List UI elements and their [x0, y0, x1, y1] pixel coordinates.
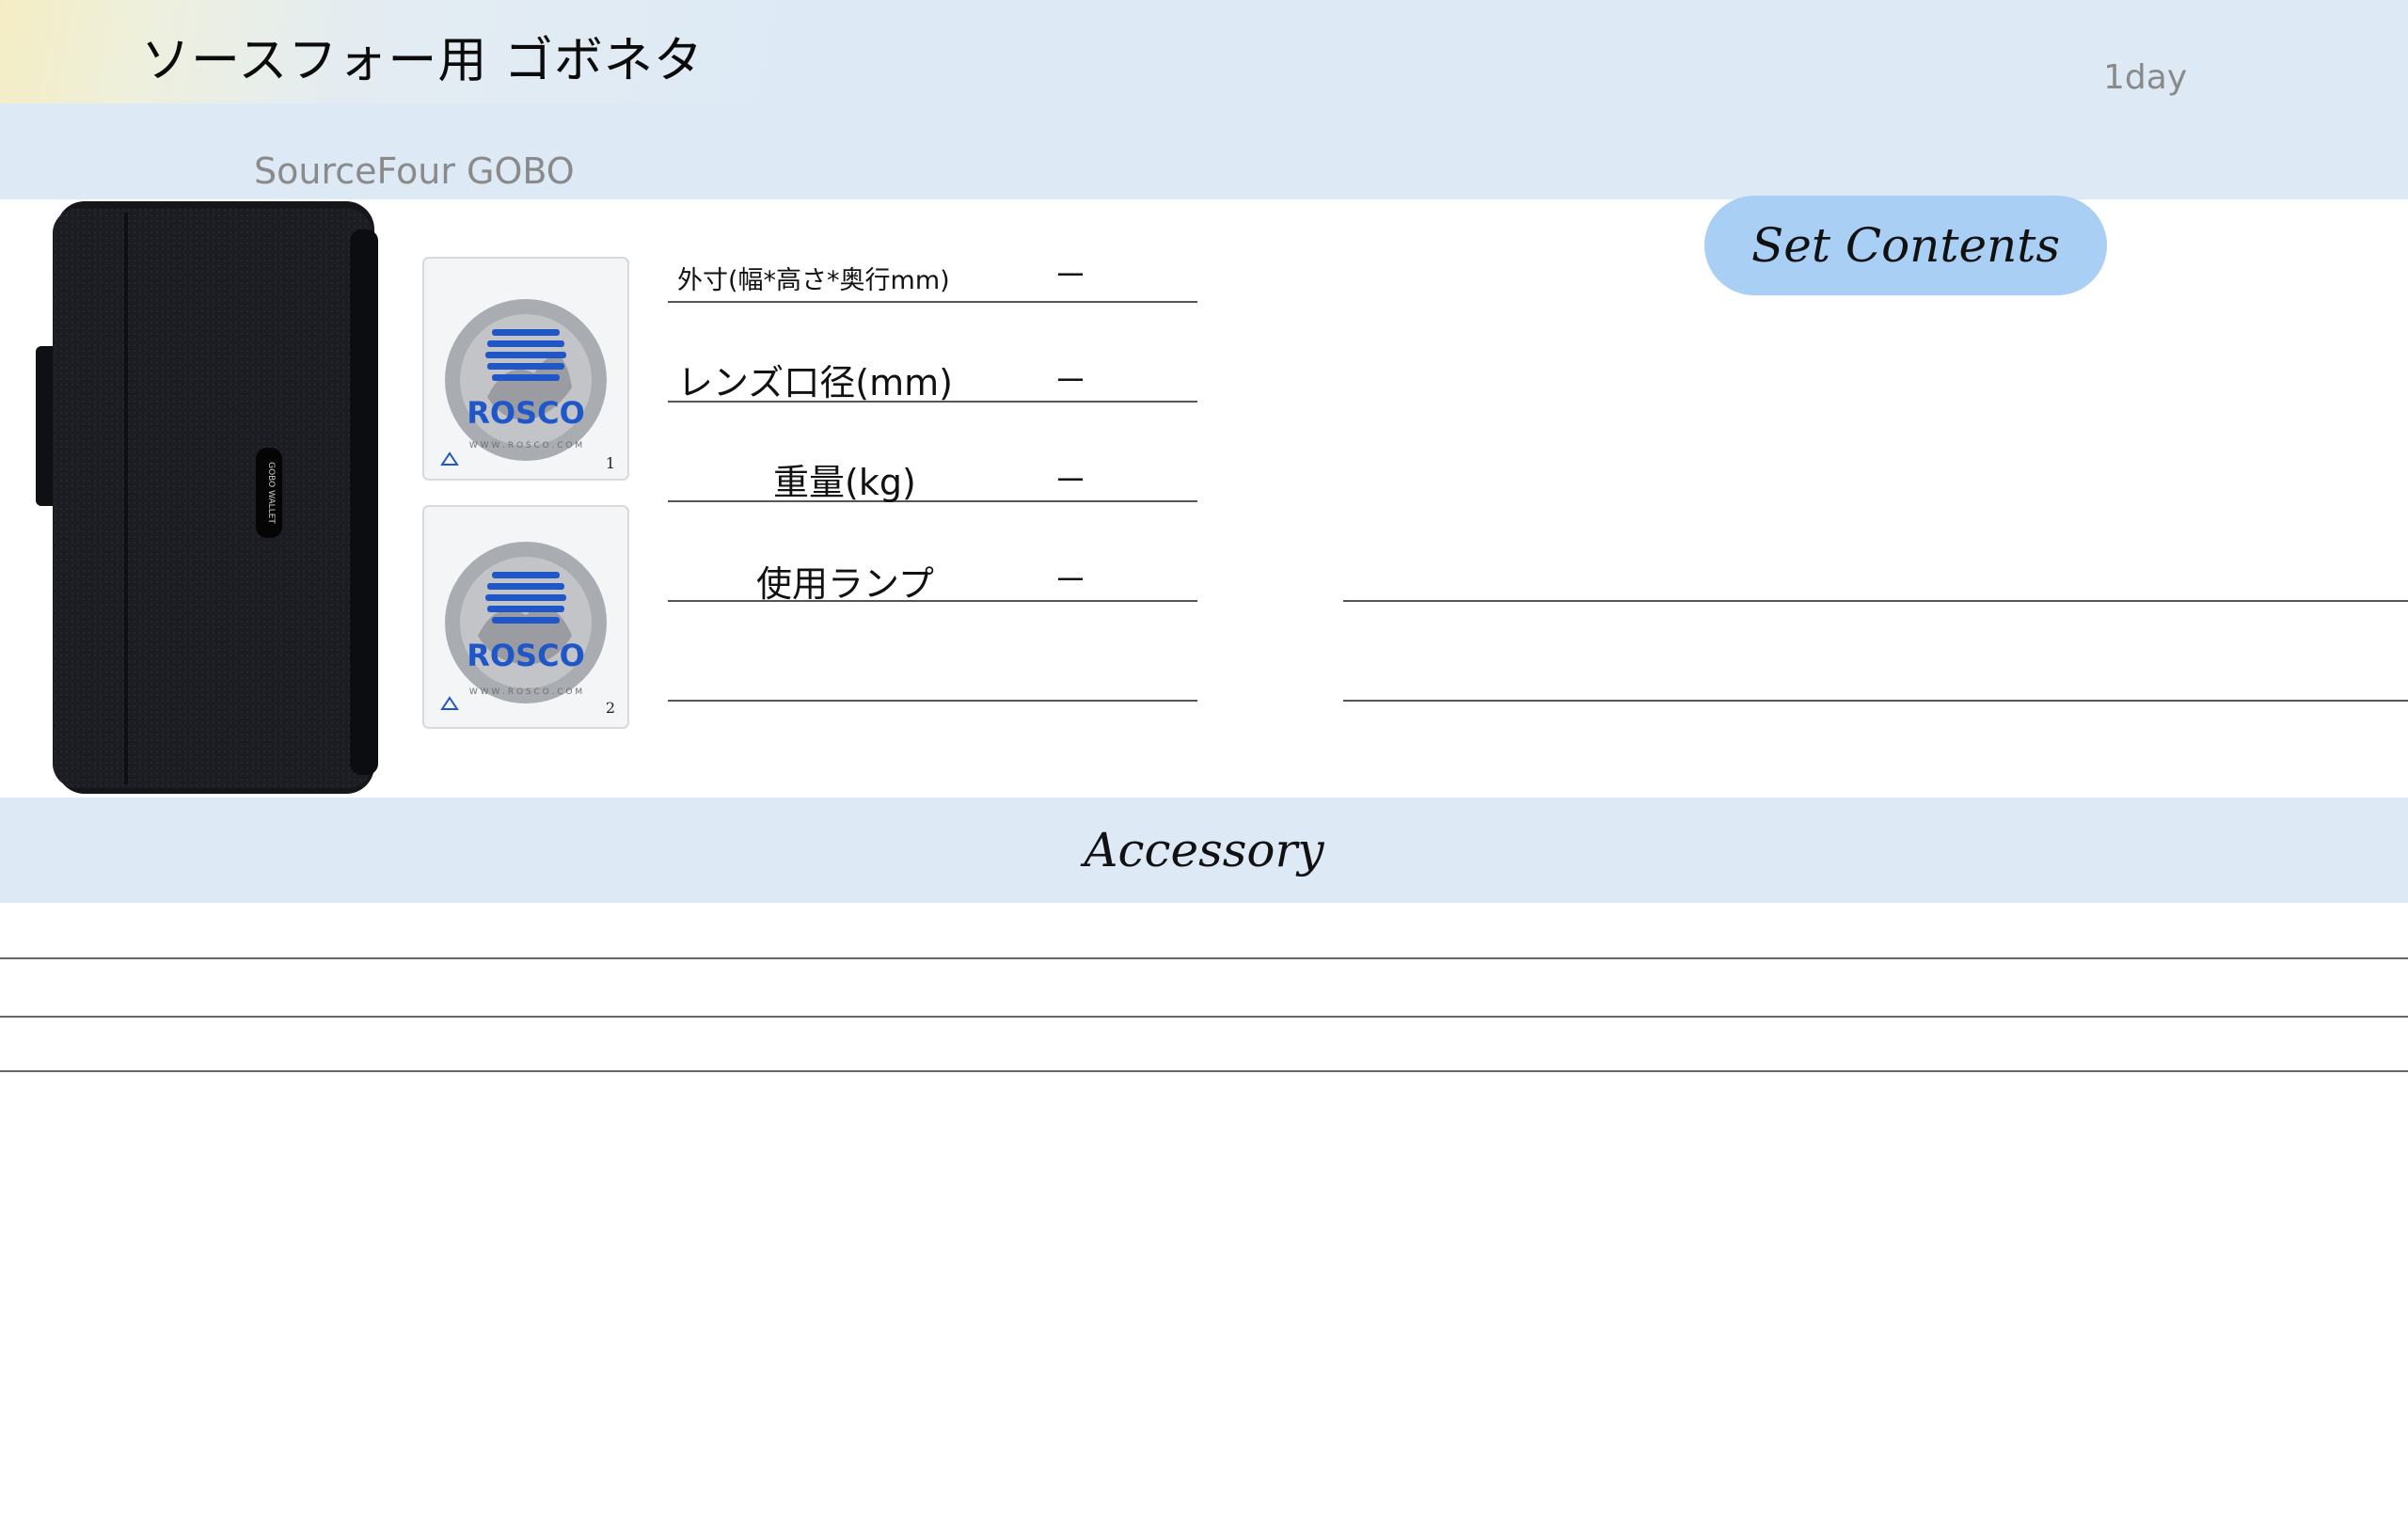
- wallet-brand-label: GOBO WALLET: [266, 462, 276, 524]
- spec-label-lens-diameter: レンズ口径(mm): [677, 362, 953, 403]
- spec-value-lens-diameter: －: [1054, 362, 1088, 401]
- spec-row-dimensions: 外寸(幅*高さ*奥行mm) －: [668, 246, 1197, 303]
- spec-sheet-page: ソースフォー用 ゴボネタ 1day SourceFour GOBO GOBO W…: [0, 0, 2408, 1517]
- accessory-line-1: [0, 957, 2408, 959]
- gobo-number-1: 1: [606, 454, 615, 472]
- accessory-line-2: [0, 1016, 2408, 1018]
- gobo-packet-2: ROSCO W W W . R O S C O . C O M 2: [422, 505, 629, 729]
- set-contents-heading: Set Contents: [1704, 196, 2107, 295]
- spec-row-weight: 重量(kg) －: [668, 401, 1197, 503]
- gobo-wallet-image: GOBO WALLET: [36, 201, 378, 794]
- gobo-number-2: 2: [606, 699, 615, 717]
- spec-label-lamp: 使用ランプ: [756, 563, 934, 605]
- gobo-brand-1: ROSCO: [467, 395, 585, 431]
- rental-duration: 1day: [2103, 58, 2188, 97]
- set-contents-line-2: [1343, 700, 2408, 702]
- spec-label-weight: 重量(kg): [773, 462, 916, 503]
- page-title: ソースフォー用 ゴボネタ: [141, 33, 704, 89]
- gobo-brand-2: ROSCO: [467, 638, 585, 673]
- set-contents-line-1: [1343, 600, 2408, 602]
- spec-value-weight: －: [1054, 462, 1088, 500]
- gobo-url-1: W W W . R O S C O . C O M: [469, 441, 582, 450]
- gobo-url-2: W W W . R O S C O . C O M: [469, 687, 582, 697]
- accessory-line-3: [0, 1070, 2408, 1072]
- spec-value-lamp: －: [1054, 561, 1088, 600]
- spec-row-lens-diameter: レンズ口径(mm) －: [668, 301, 1197, 403]
- gobo-packet-1: ROSCO W W W . R O S C O . C O M 1: [422, 257, 629, 481]
- accessory-heading: Accessory: [1084, 823, 1324, 877]
- header-band: ソースフォー用 ゴボネタ 1day SourceFour GOBO: [0, 0, 2408, 199]
- spec-value-dimensions: －: [1054, 257, 1088, 295]
- spec-label-dimensions: 外寸(幅*高さ*奥行mm): [677, 266, 950, 295]
- spec-row-lamp: 使用ランプ －: [668, 500, 1197, 605]
- accessory-band: Accessory: [0, 798, 2408, 903]
- page-subtitle: SourceFour GOBO: [254, 150, 575, 192]
- spec-row-blank: [668, 600, 1197, 702]
